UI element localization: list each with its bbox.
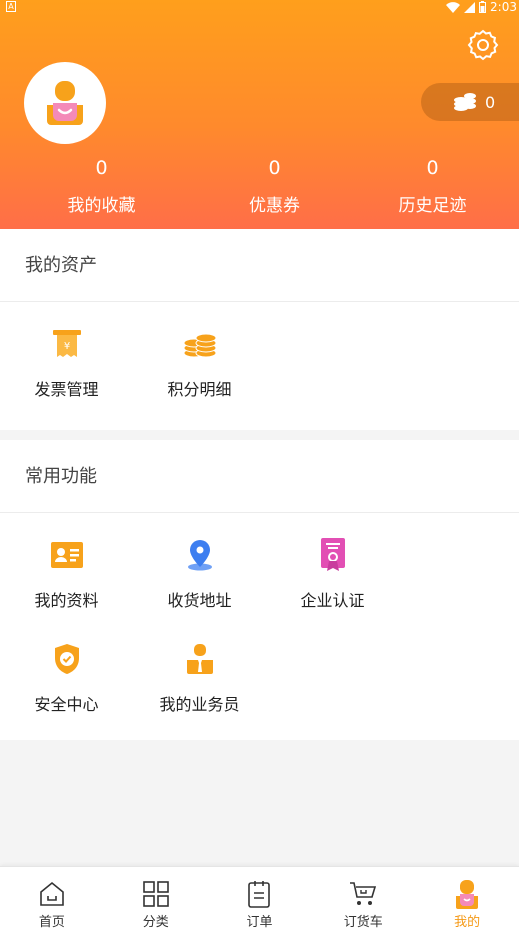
gear-icon xyxy=(467,29,499,61)
tab-label: 首页 xyxy=(38,915,65,930)
shield-icon xyxy=(54,644,79,674)
stat-value: 0 xyxy=(268,157,281,179)
item-label: 发票管理 xyxy=(34,380,99,399)
points-detail-item[interactable]: 积分明细 xyxy=(133,302,266,406)
my-profile-item[interactable]: 我的资料 xyxy=(0,513,133,617)
cart-icon xyxy=(350,882,377,905)
notification-indicator: A xyxy=(6,1,16,12)
item-label: 企业认证 xyxy=(300,591,365,610)
invoice-management-item[interactable]: ¥ 发票管理 xyxy=(0,302,133,406)
salesman-icon xyxy=(186,644,213,674)
stat-label: 我的收藏 xyxy=(67,196,136,216)
stat-value: 0 xyxy=(95,157,108,179)
wifi-icon xyxy=(446,1,461,13)
item-label: 我的业务员 xyxy=(159,695,240,714)
tab-mine[interactable]: 我的 xyxy=(415,867,519,938)
stat-history[interactable]: 0 历史足迹 xyxy=(346,155,519,219)
stats-row: 0 我的收藏 0 优惠券 0 历史足迹 xyxy=(0,155,519,219)
stat-value: 0 xyxy=(426,157,439,179)
security-center-item[interactable]: 安全中心 xyxy=(0,617,133,721)
section-title: 我的资产 xyxy=(0,229,519,302)
svg-text:¥: ¥ xyxy=(63,341,69,352)
tab-cart[interactable]: 订货车 xyxy=(311,867,415,938)
clock: 2:03 xyxy=(490,0,517,14)
functions-section: 常用功能 我的资料 收货地址 企业认证 安全中心 我的业务员 xyxy=(0,440,519,740)
tab-label: 我的 xyxy=(454,915,481,930)
stat-coupons[interactable]: 0 优惠券 xyxy=(188,155,361,219)
item-label: 收货地址 xyxy=(167,591,232,610)
home-icon xyxy=(40,881,64,906)
location-pin-icon xyxy=(187,540,212,571)
tab-home[interactable]: 首页 xyxy=(0,867,104,938)
enterprise-certification-item[interactable]: 企业认证 xyxy=(266,513,399,617)
invoice-icon: ¥ xyxy=(52,330,81,357)
item-label: 安全中心 xyxy=(34,695,99,714)
battery-icon xyxy=(479,1,487,13)
my-salesman-item[interactable]: 我的业务员 xyxy=(133,617,266,721)
item-label: 我的资料 xyxy=(34,591,99,610)
coin-balance[interactable]: 0 xyxy=(421,83,519,121)
shipping-address-item[interactable]: 收货地址 xyxy=(133,513,266,617)
points-coins-icon xyxy=(183,333,216,358)
certificate-icon xyxy=(320,538,345,571)
category-icon xyxy=(142,881,169,907)
order-clipboard-icon xyxy=(248,881,271,908)
tab-orders[interactable]: 订单 xyxy=(208,867,312,938)
assets-section: 我的资产 ¥ 发票管理 积分明细 xyxy=(0,229,519,430)
section-title: 常用功能 xyxy=(0,440,519,513)
status-bar: A 2:03 xyxy=(0,0,519,14)
settings-button[interactable] xyxy=(466,28,500,62)
default-avatar-icon xyxy=(47,81,83,125)
item-label: 积分明细 xyxy=(167,380,232,399)
tab-label: 订单 xyxy=(246,915,273,930)
tab-label: 订货车 xyxy=(343,915,383,930)
profile-header: A 2:03 0 0 我的收藏 0 优惠券 0 历史足迹 xyxy=(0,0,519,229)
coin-count: 0 xyxy=(485,92,496,112)
tab-label: 分类 xyxy=(142,915,169,930)
user-icon xyxy=(456,880,479,909)
coins-stack-icon xyxy=(454,93,476,111)
bottom-tab-bar: 首页 分类 订单 订货车 我的 xyxy=(0,866,519,938)
profile-card-icon xyxy=(50,542,83,568)
stat-favorites[interactable]: 0 我的收藏 xyxy=(15,155,188,219)
stat-label: 优惠券 xyxy=(249,196,300,216)
tab-category[interactable]: 分类 xyxy=(104,867,208,938)
signal-icon xyxy=(464,1,476,13)
stat-label: 历史足迹 xyxy=(398,196,467,216)
avatar[interactable] xyxy=(24,62,106,144)
